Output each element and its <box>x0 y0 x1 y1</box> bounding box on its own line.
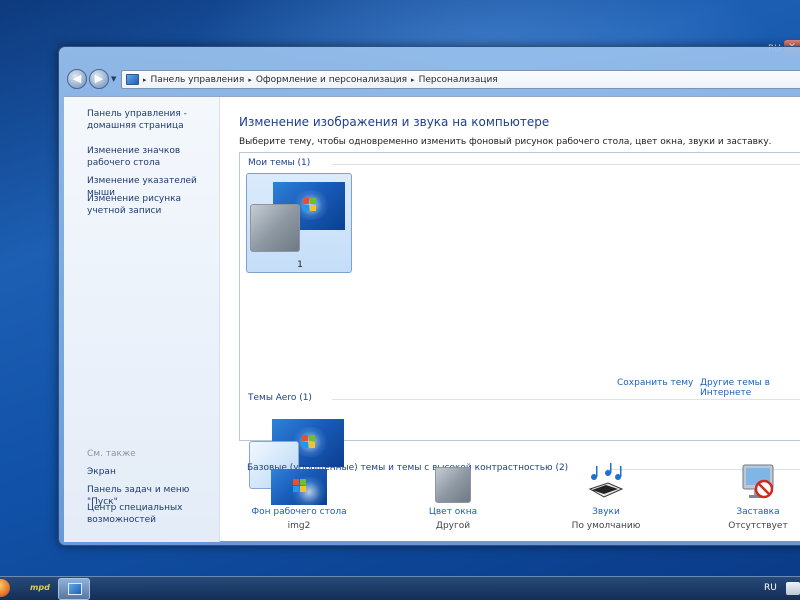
breadcrumb-personalization[interactable]: Персонализация <box>419 75 498 85</box>
screensaver-link[interactable]: Заставка <box>708 507 800 517</box>
sounds-icon <box>588 463 624 498</box>
window-content: Панель управления - домашняя страница Из… <box>64 96 800 542</box>
breadcrumb-separator: ▸ <box>248 75 252 84</box>
screensaver-value: Отсутствует <box>728 521 788 531</box>
see-also-heading: См. также <box>87 449 136 459</box>
windows-logo-icon <box>303 198 317 212</box>
page-description: Выберите тему, чтобы одновременно измени… <box>239 137 772 147</box>
taskbar: mpd RU <box>0 576 800 600</box>
action-center-icon[interactable] <box>786 582 800 595</box>
sidebar-link-desktop-icons[interactable]: Изменение значков рабочего стола <box>87 145 219 169</box>
theme-tile-label: 1 <box>297 260 303 270</box>
taskbar-app-mpd[interactable]: mpd <box>30 583 50 592</box>
main-panel: Изменение изображения и звука на компьют… <box>221 97 800 542</box>
address-bar[interactable]: ▸ Панель управления ▸ Оформление и персо… <box>121 70 800 89</box>
taskbar-control-panel-button[interactable] <box>58 578 90 600</box>
group-my-themes-label: Мои темы (1) <box>248 158 311 168</box>
window-color-preview <box>250 204 300 252</box>
save-theme-link[interactable]: Сохранить тему <box>617 378 693 388</box>
back-button[interactable]: ◀ <box>67 69 87 89</box>
start-button[interactable] <box>0 579 10 597</box>
screensaver-icon <box>742 464 774 499</box>
sidebar-link-display[interactable]: Экран <box>87 466 219 478</box>
forward-button[interactable]: ▶ <box>89 69 109 89</box>
sidebar: Панель управления - домашняя страница Из… <box>64 97 220 542</box>
breadcrumb-separator: ▸ <box>411 75 415 84</box>
more-themes-online-link[interactable]: Другие темы в Интернете <box>700 378 800 398</box>
personalization-window: ◀ ▶ ▼ ▸ Панель управления ▸ Оформление и… <box>58 46 800 546</box>
page-title: Изменение изображения и звука на компьют… <box>239 115 550 129</box>
desktop-background-link[interactable]: Фон рабочего стола <box>249 507 349 517</box>
window-color-value: Другой <box>435 521 471 531</box>
theme-tile-1[interactable]: 1 <box>246 173 352 273</box>
sidebar-link-account-picture[interactable]: Изменение рисунка учетной записи <box>87 193 219 217</box>
sounds-link[interactable]: Звуки <box>556 507 656 517</box>
sounds-item[interactable]: Звуки По умолчанию <box>556 463 656 531</box>
windows-logo-icon <box>302 435 316 449</box>
screensaver-item[interactable]: Заставка Отсутствует <box>708 464 800 531</box>
group-divider <box>332 399 800 400</box>
desktop-background-value: img2 <box>287 521 311 531</box>
sounds-value: По умолчанию <box>571 521 641 531</box>
window-color-icon <box>435 467 471 503</box>
breadcrumb-separator: ▸ <box>143 75 147 84</box>
navigation-row: ◀ ▶ ▼ ▸ Панель управления ▸ Оформление и… <box>65 67 800 93</box>
desktop-background-item[interactable]: Фон рабочего стола img2 <box>249 469 349 531</box>
sidebar-link-control-panel-home[interactable]: Панель управления - домашняя страница <box>87 108 219 132</box>
language-indicator[interactable]: RU <box>764 583 777 593</box>
group-divider <box>332 164 800 165</box>
breadcrumb-appearance[interactable]: Оформление и персонализация <box>256 75 407 85</box>
breadcrumb-control-panel[interactable]: Панель управления <box>151 75 245 85</box>
window-color-item[interactable]: Цвет окна Другой <box>403 467 503 531</box>
sidebar-link-ease-of-access[interactable]: Центр специальных возможностей <box>87 502 219 526</box>
desktop-background-icon <box>271 469 327 505</box>
recent-pages-dropdown[interactable]: ▼ <box>111 75 116 83</box>
group-aero-themes-label: Темы Aero (1) <box>248 393 312 403</box>
theme-list[interactable]: Мои темы (1) 1 Сохранить тему Другие тем… <box>239 152 800 506</box>
control-panel-icon <box>68 583 82 595</box>
control-panel-icon <box>126 74 139 85</box>
window-color-link[interactable]: Цвет окна <box>403 507 503 517</box>
